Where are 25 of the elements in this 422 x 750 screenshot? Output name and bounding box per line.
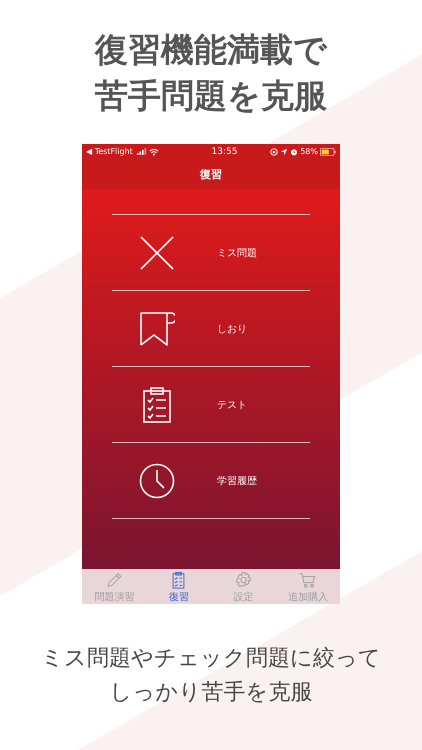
menu-item[interactable]: 学習履歴	[112, 443, 310, 519]
close-icon	[139, 234, 175, 270]
nav-title: 復習	[200, 166, 222, 182]
caption-text: しっかり苦手を克服	[110, 679, 312, 707]
location-icon	[280, 148, 288, 156]
pencil-icon	[104, 571, 124, 589]
bookmark-icon	[139, 310, 175, 346]
alarm-icon	[290, 148, 298, 156]
back-app-link[interactable]: ◀ TestFlight	[86, 147, 133, 156]
menu-item[interactable]: しおり	[112, 291, 310, 367]
battery-icon	[320, 148, 336, 156]
cart-icon	[298, 571, 318, 589]
headline-text: 苦手問題を克服	[95, 76, 327, 116]
menu-item[interactable]: ミス問題	[112, 215, 310, 291]
caption-text: ミス問題やチェック問題に絞って	[41, 645, 381, 673]
wifi-icon	[148, 148, 159, 156]
battery-percent: 58%	[300, 147, 318, 156]
menu-item[interactable]: テスト	[112, 367, 310, 443]
rotation-lock-icon	[270, 148, 278, 156]
tab[interactable]: 復習	[146, 569, 211, 604]
settings-icon	[234, 571, 253, 589]
headline-text: 復習機能満載で	[95, 30, 327, 70]
clock-icon	[139, 462, 175, 498]
status-time: 13:55	[210, 146, 238, 156]
signal-icon	[136, 148, 147, 155]
